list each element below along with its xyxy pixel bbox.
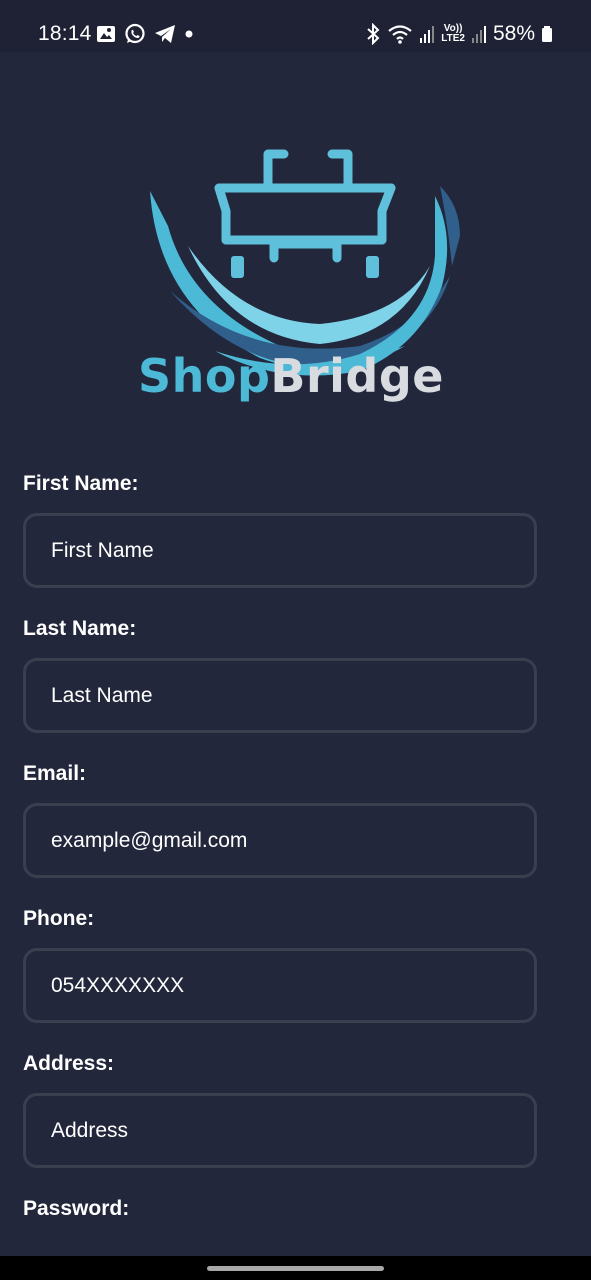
address-input[interactable]: Address xyxy=(23,1093,537,1168)
email-input[interactable]: example@gmail.com xyxy=(23,803,537,878)
telegram-icon xyxy=(155,25,175,43)
last-name-input[interactable]: Last Name xyxy=(23,658,537,733)
password-label: Password: xyxy=(23,1197,130,1220)
whatsapp-icon xyxy=(125,23,145,44)
address-label: Address: xyxy=(23,1052,115,1075)
status-bar: 18:14 Vo)) LTE2 58% xyxy=(0,0,591,52)
email-label: Email: xyxy=(23,762,87,785)
brand-name: ShopBridge xyxy=(138,349,444,403)
status-time: 18:14 xyxy=(38,22,92,45)
phone-placeholder: 054XXXXXXX xyxy=(51,973,185,997)
brand-name-shop: Shop xyxy=(138,349,271,403)
battery-percent: 58% xyxy=(492,22,535,45)
signal-icon xyxy=(471,26,486,43)
first-name-placeholder: First Name xyxy=(51,538,154,562)
signup-screen: ShopBridge First Name: First Name Last N… xyxy=(0,52,591,1256)
brand-name-bridge: Bridge xyxy=(270,349,444,403)
first-name-label: First Name: xyxy=(23,472,139,495)
status-left-icons xyxy=(96,23,194,45)
home-indicator[interactable] xyxy=(207,1266,384,1271)
phone-input[interactable]: 054XXXXXXX xyxy=(23,948,537,1023)
last-name-label: Last Name: xyxy=(23,617,137,640)
volte-icon: Vo)) LTE2 xyxy=(441,24,465,44)
lte-label: LTE2 xyxy=(441,33,465,44)
address-placeholder: Address xyxy=(51,1118,129,1142)
status-right-icons: Vo)) LTE2 58% xyxy=(365,22,553,46)
phone-label: Phone: xyxy=(23,907,95,930)
last-name-placeholder: Last Name xyxy=(51,683,153,707)
navigation-bar xyxy=(0,1256,591,1280)
first-name-input[interactable]: First Name xyxy=(23,513,537,588)
email-placeholder: example@gmail.com xyxy=(51,828,248,852)
battery-icon xyxy=(542,26,552,42)
image-icon xyxy=(97,26,115,42)
signal-icon xyxy=(420,26,435,43)
bluetooth-icon xyxy=(367,23,380,45)
wifi-icon xyxy=(388,25,412,44)
dot-icon xyxy=(185,30,193,38)
